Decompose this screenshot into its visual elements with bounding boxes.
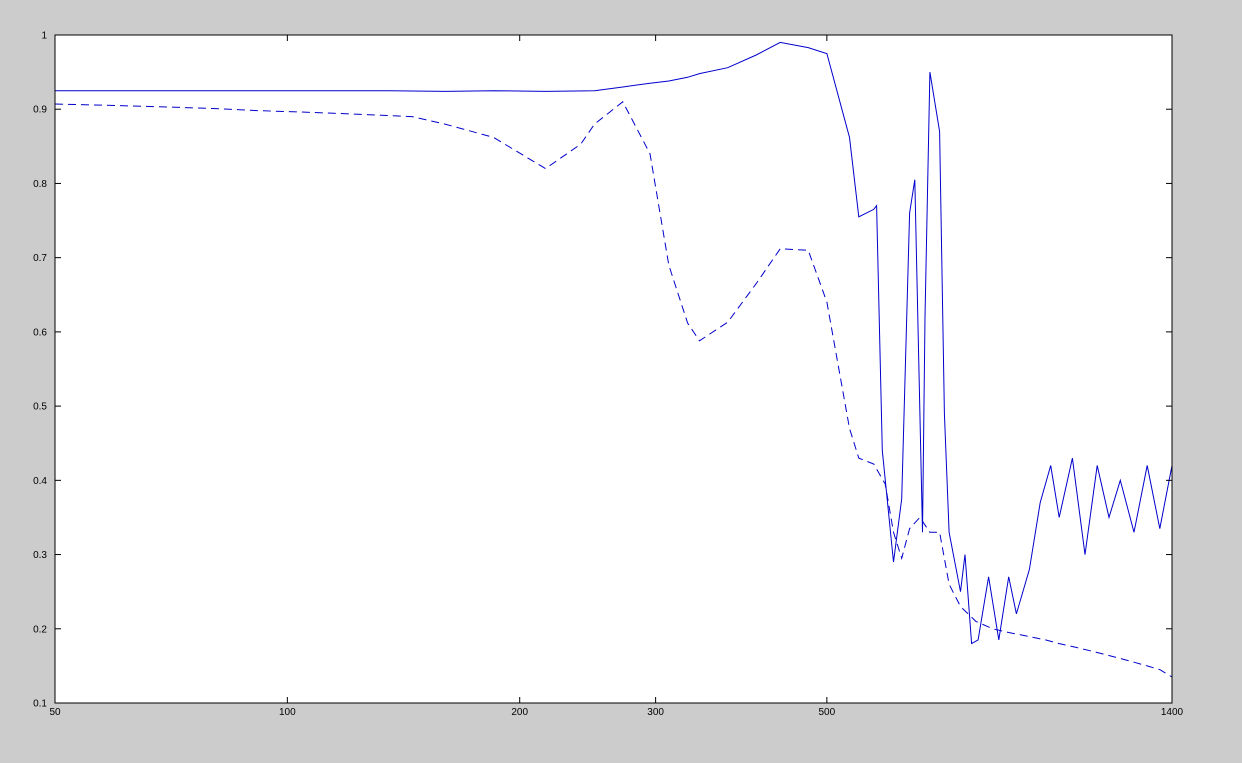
y-tick-label: 0.6	[33, 327, 47, 338]
x-tick-label: 100	[279, 707, 296, 718]
y-tick-label: 0.8	[33, 179, 47, 190]
x-tick-label: 1400	[1161, 707, 1184, 718]
y-tick-label: 0.2	[33, 624, 47, 635]
y-tick-label: 0.9	[33, 105, 47, 116]
y-tick-label: 0.1	[33, 699, 47, 710]
y-tick-label: 1	[41, 31, 47, 42]
x-tick-label: 50	[49, 707, 61, 718]
y-tick-label: 0.3	[33, 550, 47, 561]
x-tick-label: 300	[647, 707, 664, 718]
y-tick-label: 0.7	[33, 253, 47, 264]
y-tick-label: 0.5	[33, 402, 47, 413]
x-tick-label: 200	[511, 707, 528, 718]
y-tick-label: 0.4	[33, 476, 47, 487]
x-tick-label: 500	[819, 707, 836, 718]
chart-figure: 50 100 200 300 500 1400 0.1 0.2 0.3 0.4 0.5 0.6 0.7 0…	[33, 31, 1184, 719]
